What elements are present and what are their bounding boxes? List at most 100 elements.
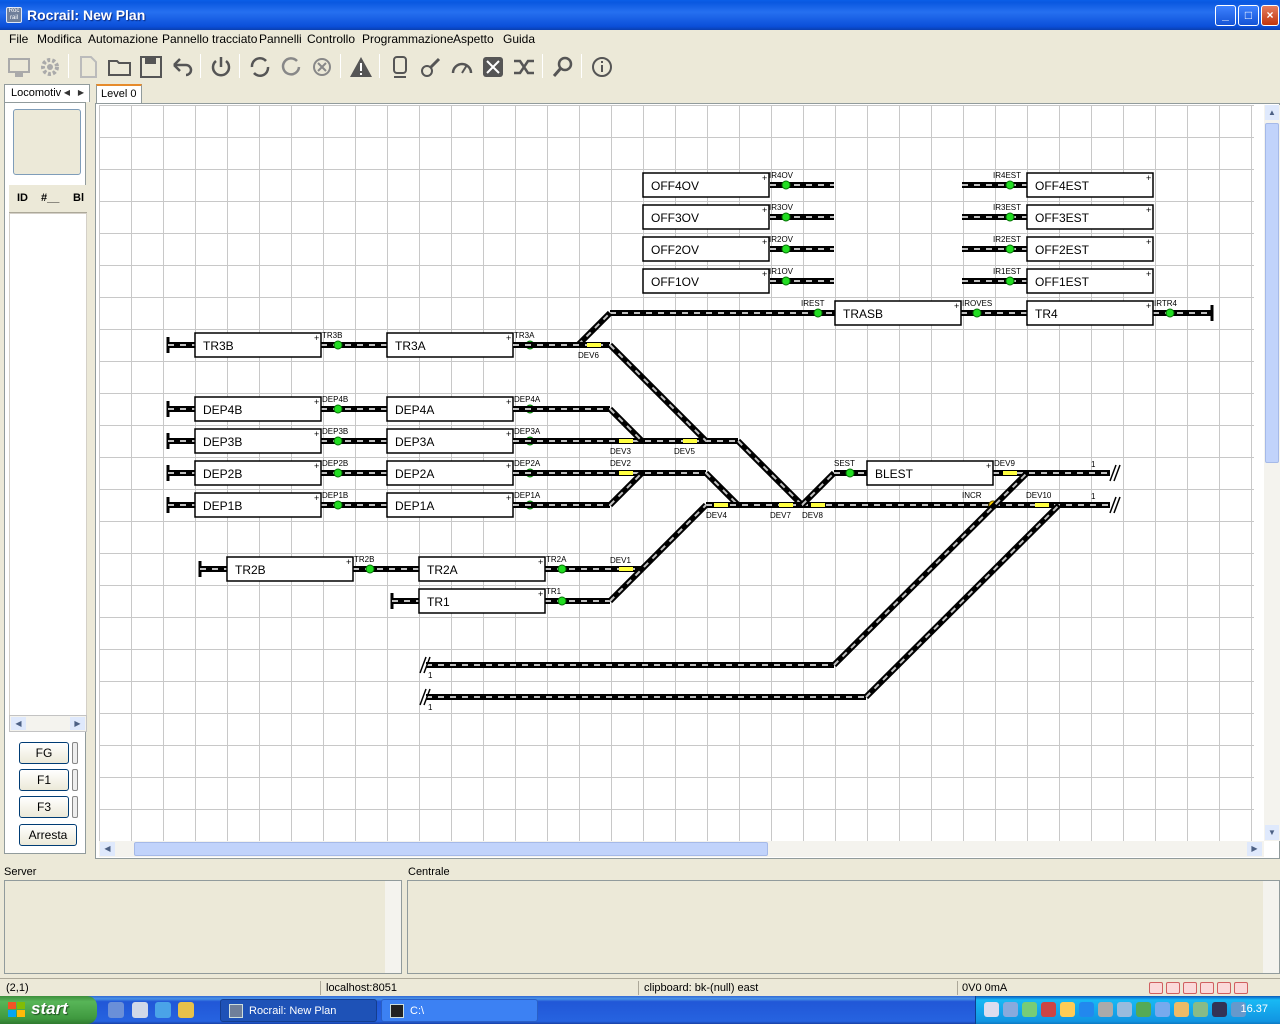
server-log-scrollbar[interactable] — [385, 881, 401, 973]
column-address[interactable]: #__ — [41, 192, 59, 204]
tray-icon-12[interactable] — [1193, 1002, 1208, 1017]
maximize-button[interactable]: □ — [1238, 5, 1259, 26]
locomotive-list-scrollbar[interactable]: ◀ ▶ — [9, 715, 87, 732]
menu-file[interactable]: File — [9, 32, 28, 46]
plan-horizontal-scrollbar[interactable]: ◀ ▶ — [99, 841, 1264, 857]
tray-icon-10[interactable] — [1155, 1002, 1170, 1017]
scroll-right-arrow-icon[interactable]: ▶ — [70, 717, 85, 730]
task-rocrail[interactable]: Rocrail: New Plan — [220, 999, 377, 1022]
track-plan-svg[interactable]: OFF4OV+ IR4OVOFF3OV+ IR3OVOFF2OV+ IR2OVOFF1… — [99, 105, 1254, 841]
tray-icon-1[interactable] — [984, 1002, 999, 1017]
f1-side-toggle[interactable] — [72, 769, 78, 791]
open-folder-icon[interactable] — [106, 53, 134, 81]
connect-icon[interactable] — [5, 53, 33, 81]
sensor-dep4b[interactable] — [333, 404, 343, 414]
tray-icon-2[interactable] — [1003, 1002, 1018, 1017]
cancel-circle-icon[interactable] — [308, 53, 336, 81]
show-desktop-icon[interactable] — [108, 1002, 124, 1018]
menu-pannello-tracciato[interactable]: Pannello tracciato — [162, 32, 257, 46]
internet-explorer-icon[interactable] — [155, 1002, 171, 1018]
central-log-scrollbar[interactable] — [1263, 881, 1279, 973]
tab-locomotives[interactable]: Locomotiv ◀ ▶ — [4, 84, 90, 102]
save-icon[interactable] — [137, 53, 165, 81]
warning-icon[interactable] — [347, 53, 375, 81]
info-icon[interactable] — [588, 53, 616, 81]
sensor-ir4est[interactable] — [1005, 180, 1015, 190]
scroll-down-arrow-icon[interactable]: ▼ — [1265, 825, 1279, 840]
scroll-up-arrow-icon[interactable]: ▲ — [1265, 105, 1279, 120]
sensor-ir2ov[interactable] — [781, 244, 791, 254]
tray-icon-4[interactable] — [1041, 1002, 1056, 1017]
tab-scroll-left-icon[interactable]: ◀ — [61, 87, 73, 99]
column-block[interactable]: Bl — [73, 192, 84, 204]
sensor-ir3ov[interactable] — [781, 212, 791, 222]
settings-gear-icon[interactable] — [36, 53, 64, 81]
track-plan-canvas[interactable]: OFF4OV + IR4OV OFF3OV + IR3OV OFF2OV + IR2OV OFF1… — [99, 105, 1254, 841]
menu-pannelli[interactable]: Pannelli — [259, 32, 302, 46]
switch-dev8[interactable] — [811, 503, 825, 507]
tray-icon-9[interactable] — [1136, 1002, 1151, 1017]
tray-icon-5[interactable] — [1060, 1002, 1075, 1017]
menu-controllo[interactable]: Controllo — [307, 32, 355, 46]
network-icon[interactable] — [1212, 1002, 1227, 1017]
task-console[interactable]: C:\ — [381, 999, 538, 1022]
undo-icon[interactable] — [168, 53, 196, 81]
close-button[interactable]: × — [1261, 5, 1279, 26]
switch-dev3[interactable] — [619, 439, 633, 443]
volume-icon[interactable] — [1174, 1002, 1189, 1017]
sensor-sest[interactable] — [845, 468, 855, 478]
minimize-button[interactable]: _ — [1215, 5, 1236, 26]
tray-icon-8[interactable] — [1117, 1002, 1132, 1017]
tray-icon-6[interactable] — [1079, 1002, 1094, 1017]
hscroll-left-arrow-icon[interactable]: ◀ — [100, 842, 115, 856]
switch-dev2[interactable] — [619, 471, 633, 475]
locomotive-image[interactable] — [13, 109, 81, 175]
stop-button[interactable]: Arresta — [19, 824, 77, 846]
sensor-tr3b[interactable] — [333, 340, 343, 350]
throttle-icon[interactable] — [417, 53, 445, 81]
plan-vertical-scrollbar[interactable]: ▲ ▼ — [1264, 105, 1280, 841]
sensor-ir4ov[interactable] — [781, 180, 791, 190]
menu-programmazione[interactable]: Programmazione — [362, 32, 453, 46]
tray-icon-7[interactable] — [1098, 1002, 1113, 1017]
column-id[interactable]: ID — [17, 192, 28, 204]
sensor-irtr4[interactable] — [1165, 308, 1175, 318]
tray-icon-3[interactable] — [1022, 1002, 1037, 1017]
f3-button[interactable]: F3 — [19, 796, 69, 818]
scroll-left-arrow-icon[interactable]: ◀ — [11, 717, 26, 730]
switch-dev6[interactable] — [587, 343, 601, 347]
sensor-dep3b[interactable] — [333, 436, 343, 446]
refresh-icon[interactable] — [277, 53, 305, 81]
menu-guida[interactable]: Guida — [503, 32, 535, 46]
routes-grid-icon[interactable] — [479, 53, 507, 81]
sensor-ir1ov[interactable] — [781, 276, 791, 286]
new-file-icon[interactable] — [74, 53, 102, 81]
switch-dev7[interactable] — [779, 503, 793, 507]
shuffle-icon[interactable] — [510, 53, 538, 81]
switch-dev9[interactable] — [1003, 471, 1017, 475]
rocrail-app-icon[interactable]: Roc rail — [6, 7, 22, 23]
sensor-tr1[interactable] — [557, 596, 567, 606]
locomotive-list[interactable] — [9, 213, 87, 718]
sensor-ir2est[interactable] — [1005, 244, 1015, 254]
start-button[interactable]: start — [0, 996, 97, 1024]
hscroll-right-arrow-icon[interactable]: ▶ — [1247, 842, 1262, 856]
f1-button[interactable]: F1 — [19, 769, 69, 791]
media-player-icon[interactable] — [132, 1002, 148, 1018]
tab-scroll-right-icon[interactable]: ▶ — [75, 87, 87, 99]
central-log[interactable] — [407, 880, 1280, 974]
chrome-icon[interactable] — [178, 1002, 194, 1018]
fg-side-toggle[interactable] — [72, 742, 78, 764]
vertical-scroll-thumb[interactable] — [1265, 123, 1279, 463]
menu-automazione[interactable]: Automazione — [88, 32, 158, 46]
sensor-dep1b[interactable] — [333, 500, 343, 510]
locomotive-icon[interactable] — [386, 53, 414, 81]
power-icon[interactable] — [207, 53, 235, 81]
server-log[interactable] — [4, 880, 402, 974]
switch-dev1[interactable] — [619, 567, 633, 571]
f3-side-toggle[interactable] — [72, 796, 78, 818]
menu-modifica[interactable]: Modifica — [37, 32, 82, 46]
switch-dev5[interactable] — [683, 439, 697, 443]
speedometer-icon[interactable] — [448, 53, 476, 81]
sync-icon[interactable] — [246, 53, 274, 81]
